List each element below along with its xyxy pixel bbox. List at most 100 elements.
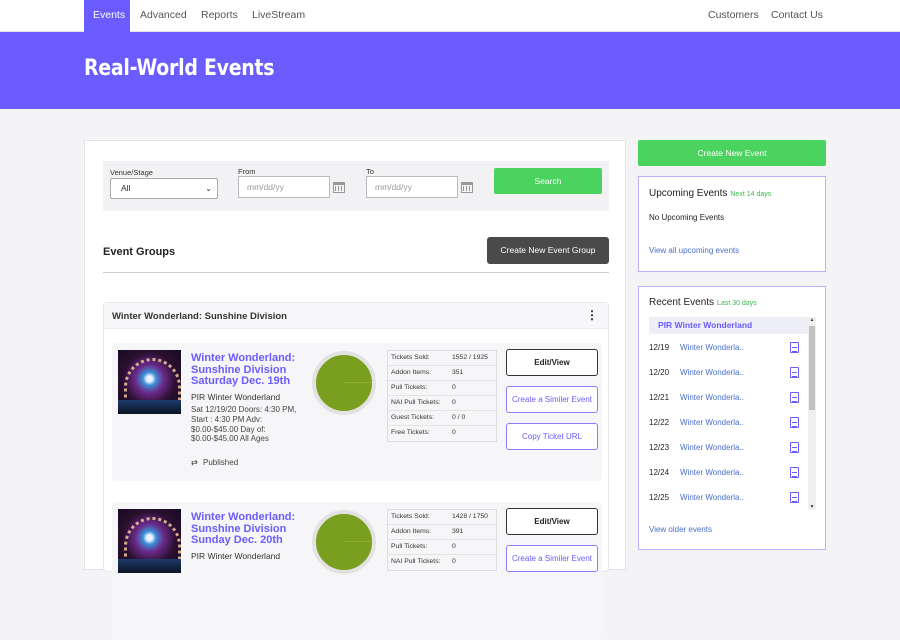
list-item[interactable]: 12/19 Winter Wonderla.. [649, 340, 808, 365]
venue-select-value: All [121, 183, 131, 193]
list-item[interactable]: 12/20 Winter Wonderla.. [649, 365, 808, 390]
stat-label: Addon Items: [391, 528, 432, 535]
pdf-icon[interactable] [790, 467, 799, 478]
recent-title-text: Recent Events [649, 297, 715, 308]
event-date: 12/19 [649, 343, 670, 352]
pdf-icon[interactable] [790, 342, 799, 353]
venue-label: Venue/Stage [110, 168, 153, 177]
upcoming-subtitle: Next 14 days [730, 191, 772, 198]
nav-livestream[interactable]: LiveStream [243, 0, 314, 32]
event-group-header: Winter Wonderland: Sunshine Division ⋮ [104, 303, 608, 329]
recent-events-card: Recent Events Last 30 days PIR Winter Won… [638, 286, 826, 550]
pdf-icon[interactable] [790, 367, 799, 378]
stat-label: Pull Tickets: [391, 384, 428, 391]
status-badge: ⇄ Published [191, 458, 238, 467]
list-item[interactable]: 12/24 Winter Wonderla.. [649, 465, 808, 490]
create-new-event-button[interactable]: Create New Event [638, 140, 826, 166]
from-date-input[interactable]: mm/dd/yy [238, 176, 330, 198]
event-title[interactable]: Winter Wonderland: Sunshine Division Sat… [191, 352, 306, 388]
calendar-icon[interactable] [461, 182, 473, 193]
list-item[interactable]: 12/22 Winter Wonderla.. [649, 415, 808, 440]
event-venue: PIR Winter Wonderland [191, 392, 281, 402]
to-date-input[interactable]: mm/dd/yy [366, 176, 458, 198]
stat-value: 0 [452, 399, 456, 406]
view-older-events-link[interactable]: View older events [649, 525, 712, 534]
stat-label: Tickets Sold: [391, 354, 430, 361]
event-date: 12/25 [649, 493, 670, 502]
event-date: 12/20 [649, 368, 670, 377]
pdf-icon[interactable] [790, 392, 799, 403]
stat-value: 1552 / 1925 [452, 354, 488, 361]
chevron-down-icon: ⌄ [205, 184, 212, 193]
upcoming-title-text: Upcoming Events [649, 188, 728, 199]
from-label: From [238, 167, 256, 176]
upcoming-empty-text: No Upcoming Events [649, 213, 725, 222]
published-icon: ⇄ [191, 458, 198, 467]
edit-view-button[interactable]: Edit/View [506, 349, 598, 376]
event-thumbnail[interactable] [118, 350, 181, 414]
stat-row: Tickets Sold: 1428 / 1750 [388, 510, 496, 525]
event-date: 12/23 [649, 443, 670, 452]
calendar-icon[interactable] [333, 182, 345, 193]
recent-events-scrollbar[interactable]: ▲ ▼ [808, 317, 816, 510]
stat-label: Free Tickets: [391, 429, 430, 436]
upcoming-events-title: Upcoming Events Next 14 days [649, 188, 771, 199]
nav-customers[interactable]: Customers [699, 0, 768, 32]
sales-pie-chart [312, 510, 376, 574]
stat-row: Guest Tickets: 0 / 0 [388, 411, 496, 426]
scroll-up-icon[interactable]: ▲ [808, 317, 816, 323]
upcoming-events-card: Upcoming Events Next 14 days No Upcoming … [638, 176, 826, 272]
list-item[interactable]: 12/23 Winter Wonderla.. [649, 440, 808, 465]
list-item[interactable]: 12/25 Winter Wonderla.. [649, 490, 808, 515]
copy-ticket-url-button[interactable]: Copy Ticket URL [506, 423, 598, 450]
event-name-link[interactable]: Winter Wonderla.. [680, 468, 744, 477]
stat-value: 391 [452, 528, 464, 535]
edit-view-button[interactable]: Edit/View [506, 508, 598, 535]
stat-row: Pull Tickets: 0 [388, 381, 496, 396]
filter-bar: Venue/Stage All ⌄ From mm/dd/yy To mm/dd… [103, 161, 609, 211]
stat-value: 0 [452, 384, 456, 391]
nav-reports[interactable]: Reports [192, 0, 247, 32]
event-name-link[interactable]: Winter Wonderla.. [680, 418, 744, 427]
stat-row: Addon Items: 351 [388, 366, 496, 381]
pdf-icon[interactable] [790, 442, 799, 453]
search-button[interactable]: Search [494, 168, 602, 194]
pdf-icon[interactable] [790, 417, 799, 428]
event-name-link[interactable]: Winter Wonderla.. [680, 343, 744, 352]
page-title: Real-World Events [84, 56, 275, 81]
main-panel: Venue/Stage All ⌄ From mm/dd/yy To mm/dd… [84, 140, 626, 640]
stat-label: NAI Pull Tickets: [391, 399, 441, 406]
stat-value: 0 [452, 543, 456, 550]
scroll-down-icon[interactable]: ▼ [808, 504, 816, 510]
event-venue: PIR Winter Wonderland [191, 551, 281, 561]
list-item[interactable]: 12/21 Winter Wonderla.. [649, 390, 808, 415]
kebab-icon[interactable]: ⋮ [586, 309, 598, 321]
event-name-link[interactable]: Winter Wonderla.. [680, 443, 744, 452]
stat-row: Addon Items: 391 [388, 525, 496, 540]
stat-value: 0 [452, 558, 456, 565]
event-name-link[interactable]: Winter Wonderla.. [680, 493, 744, 502]
event-name-link[interactable]: Winter Wonderla.. [680, 368, 744, 377]
stat-label: Pull Tickets: [391, 543, 428, 550]
create-event-group-button[interactable]: Create New Event Group [487, 237, 609, 264]
stat-value: 1428 / 1750 [452, 513, 488, 520]
status-text: Published [203, 458, 239, 467]
recent-venue-group[interactable]: PIR Winter Wonderland [649, 317, 808, 334]
nav-advanced[interactable]: Advanced [131, 0, 196, 32]
nav-contact-us[interactable]: Contact Us [762, 0, 832, 32]
event-thumbnail[interactable] [118, 509, 181, 573]
create-similar-event-button[interactable]: Create a Similer Event [506, 545, 598, 572]
stat-row: Free Tickets: 0 [388, 426, 496, 441]
event-details: Sat 12/19/20 Doors: 4:30 PM, Start : 4:3… [191, 405, 297, 444]
view-all-upcoming-link[interactable]: View all upcoming events [649, 246, 739, 255]
create-similar-event-button[interactable]: Create a Similer Event [506, 386, 598, 413]
pdf-icon[interactable] [790, 492, 799, 503]
page-header: Real-World Events [0, 32, 900, 109]
venue-select[interactable]: All ⌄ [110, 178, 218, 199]
event-date: 12/24 [649, 468, 670, 477]
stat-value: 351 [452, 369, 464, 376]
event-name-link[interactable]: Winter Wonderla.. [680, 393, 744, 402]
event-title[interactable]: Winter Wonderland: Sunshine Division Sun… [191, 511, 306, 547]
scrollbar-thumb[interactable] [809, 326, 815, 410]
nav-events[interactable]: Events [84, 0, 130, 32]
